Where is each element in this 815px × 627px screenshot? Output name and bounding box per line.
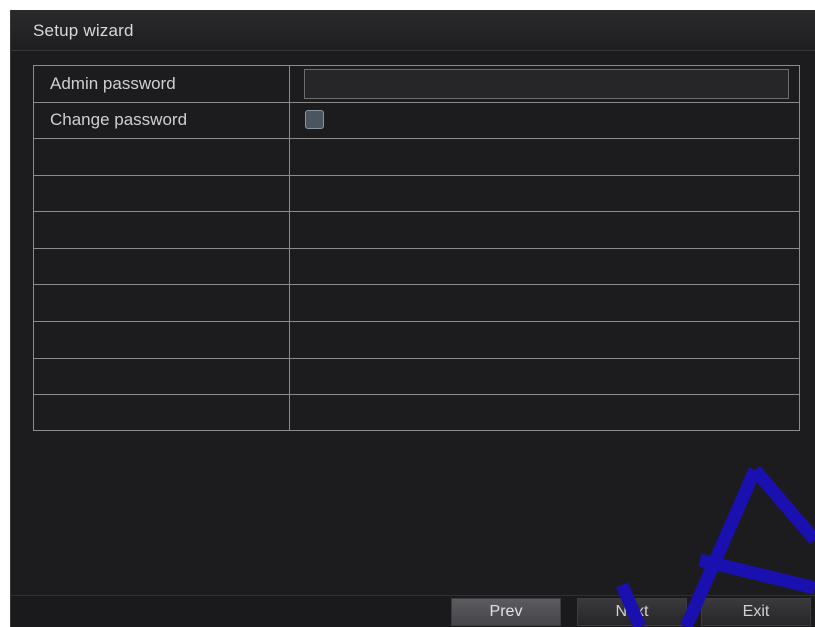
empty-label-cell	[34, 248, 290, 284]
empty-row	[34, 139, 799, 176]
empty-label-cell	[34, 285, 290, 321]
empty-label-cell	[34, 322, 290, 358]
footer-bar: Prev Next Exit	[11, 595, 815, 627]
change-password-label: Change password	[34, 102, 290, 138]
empty-row	[34, 322, 799, 359]
title-bar: Setup wizard	[11, 10, 815, 51]
window-title: Setup wizard	[33, 21, 134, 40]
empty-label-cell	[34, 212, 290, 248]
empty-row	[34, 175, 799, 212]
settings-grid: Admin password Change password	[33, 65, 800, 431]
prev-button[interactable]: Prev	[451, 598, 561, 626]
empty-row	[34, 395, 799, 430]
admin-password-label: Admin password	[34, 66, 290, 102]
empty-row	[34, 285, 799, 322]
empty-label-cell	[34, 395, 290, 430]
empty-label-cell	[34, 139, 290, 175]
empty-row	[34, 212, 799, 249]
admin-password-field[interactable]	[304, 69, 789, 99]
setup-wizard-window: Setup wizard Admin password Change passw…	[10, 10, 815, 627]
empty-label-cell	[34, 358, 290, 394]
change-password-row: Change password	[34, 102, 799, 139]
admin-password-row: Admin password	[34, 66, 799, 103]
change-password-checkbox[interactable]	[305, 110, 324, 129]
exit-button[interactable]: Exit	[701, 598, 811, 626]
empty-row	[34, 358, 799, 395]
next-button[interactable]: Next	[577, 598, 687, 626]
empty-label-cell	[34, 175, 290, 211]
empty-row	[34, 248, 799, 285]
